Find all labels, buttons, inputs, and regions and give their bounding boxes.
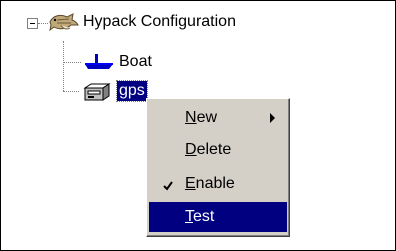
submenu-arrow-icon — [270, 113, 275, 123]
tree-node-gps[interactable]: gps — [81, 80, 148, 102]
tree-node-root[interactable]: Hypack Configuration — [47, 11, 238, 33]
menu-item-label: Enable — [185, 175, 235, 192]
menu-item-test[interactable]: Test — [149, 202, 287, 232]
menu-item-label: New — [185, 109, 218, 126]
menu-item-delete[interactable]: Delete — [149, 135, 287, 165]
tree-node-label: gps — [116, 80, 148, 102]
tree-node-boat[interactable]: Boat — [81, 51, 154, 73]
menu-item-label: Delete — [185, 141, 232, 158]
context-menu: New Delete Enable Test — [146, 98, 290, 237]
hypack-fish-icon — [47, 11, 81, 33]
device-icon — [81, 80, 117, 102]
minus-icon — [30, 23, 35, 24]
menu-item-label: Test — [185, 208, 215, 225]
boat-icon — [81, 51, 117, 73]
tree-connector-gps — [63, 91, 79, 92]
checkmark-icon — [163, 178, 173, 191]
tree-node-label: Boat — [119, 53, 152, 70]
menu-item-new[interactable]: New — [149, 103, 287, 133]
tree-node-label: Hypack Configuration — [83, 13, 236, 30]
tree-connector-boat — [63, 62, 81, 63]
menu-item-enable[interactable]: Enable — [149, 169, 287, 199]
collapse-toggle[interactable] — [27, 18, 38, 29]
tree-connector-vertical — [63, 41, 64, 91]
